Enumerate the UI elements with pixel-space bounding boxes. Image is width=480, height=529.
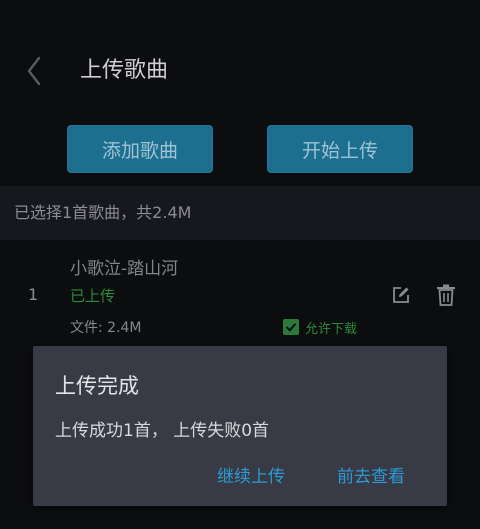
dialog-title: 上传完成 — [55, 374, 139, 398]
upload-complete-dialog: 上传完成 上传成功1首， 上传失败0首 继续上传 前去查看 — [33, 346, 447, 506]
checkbox-checked-icon[interactable] — [283, 319, 299, 335]
upload-status: 已上传 — [70, 287, 116, 305]
song-title: 小歌泣-踏山河 — [70, 259, 179, 279]
dialog-message: 上传成功1首， 上传失败0首 — [55, 421, 270, 441]
summary-text: 已选择1首歌曲，共2.4M — [14, 203, 192, 222]
chevron-left-icon[interactable] — [24, 54, 48, 88]
upload-songs-screen: 上传歌曲 添加歌曲 开始上传 已选择1首歌曲，共2.4M 1 小歌泣-踏山河 已… — [0, 0, 480, 529]
selection-summary: 已选择1首歌曲，共2.4M — [0, 186, 480, 240]
song-index: 1 — [28, 285, 39, 304]
page-title: 上传歌曲 — [80, 58, 169, 83]
go-view-button[interactable]: 前去查看 — [337, 462, 405, 487]
song-list-item: 1 小歌泣-踏山河 已上传 文件: 2.4M 允许下载 — [0, 240, 480, 350]
trash-icon[interactable] — [436, 284, 456, 306]
continue-upload-button[interactable]: 继续上传 — [217, 462, 285, 487]
header-bar: 上传歌曲 — [0, 40, 480, 104]
add-song-button[interactable]: 添加歌曲 — [67, 125, 213, 173]
allow-download-label: 允许下载 — [305, 321, 358, 337]
allow-download-toggle[interactable]: 允许下载 — [283, 318, 358, 337]
start-upload-button[interactable]: 开始上传 — [267, 125, 413, 173]
edit-icon[interactable] — [391, 285, 411, 305]
file-size: 文件: 2.4M — [70, 320, 142, 336]
